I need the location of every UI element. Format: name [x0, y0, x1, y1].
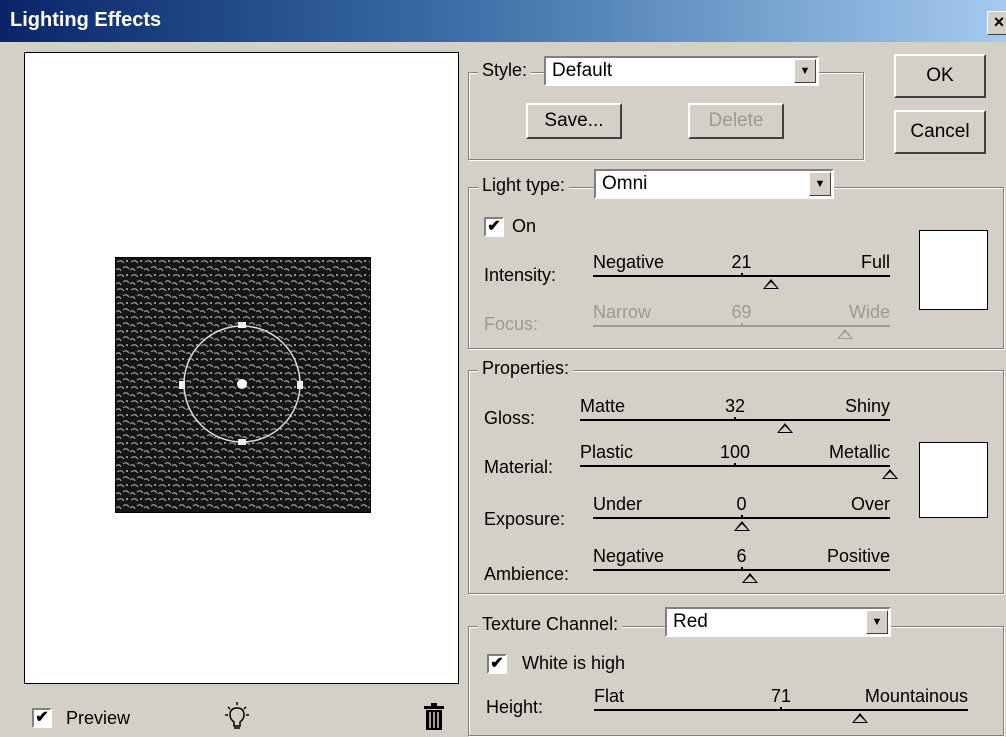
slider-thumb[interactable] — [776, 423, 793, 433]
slider-max-label: Wide — [848, 302, 890, 322]
preview-label: Preview — [66, 708, 131, 728]
light-type-selected: Omni — [602, 173, 648, 194]
light-on-label: On — [512, 216, 537, 236]
save-button[interactable]: Save... — [526, 103, 622, 139]
light-type-label: Light type: — [478, 175, 570, 196]
style-label: Style: — [478, 60, 532, 81]
slider-center-tick — [734, 417, 736, 420]
chevron-down-icon[interactable]: ▼ — [866, 610, 888, 634]
slider-center-tick — [780, 707, 782, 710]
slider-min-label: Matte — [580, 396, 626, 416]
gloss-label: Gloss: — [484, 408, 536, 428]
slider-thumb[interactable] — [882, 469, 898, 479]
slider-min-label: Negative — [593, 252, 665, 272]
slider-thumb[interactable] — [837, 329, 854, 339]
slider-value: 6 — [736, 546, 747, 566]
slider-thumb[interactable] — [733, 521, 750, 531]
slider-min-label: Negative — [593, 546, 665, 566]
texture-preview — [116, 258, 370, 512]
slider-thumb[interactable] — [763, 279, 780, 289]
texture-channel-label: Texture Channel: — [478, 614, 623, 635]
texture-channel-selected: Red — [673, 611, 708, 632]
slider-center-tick — [740, 323, 743, 326]
ok-button[interactable]: OK — [894, 54, 986, 98]
exposure-label: Exposure: — [484, 509, 566, 529]
intensity-slider[interactable]: Negative 21 Full — [593, 252, 890, 292]
intensity-label: Intensity: — [484, 265, 557, 285]
style-selected: Default — [552, 60, 613, 81]
texture-channel-dropdown[interactable]: Red ▼ — [665, 607, 891, 637]
cancel-button[interactable]: Cancel — [894, 110, 986, 154]
preview-checkbox[interactable]: ✔ — [32, 708, 52, 728]
exposure-slider[interactable]: Under 0 Over — [593, 494, 890, 534]
slider-max-label: Positive — [826, 546, 890, 566]
slider-center-tick — [740, 515, 743, 518]
light-color-swatch[interactable] — [919, 230, 988, 310]
ambient-color-swatch[interactable] — [919, 442, 988, 518]
slider-value: 71 — [770, 686, 792, 706]
slider-thumb[interactable] — [742, 573, 759, 583]
slider-value: 0 — [736, 494, 747, 514]
focus-slider[interactable]: Narrow 69 Wide — [593, 302, 890, 342]
material-slider[interactable]: Plastic 100 Metallic — [580, 442, 898, 482]
light-center-handle — [237, 379, 247, 389]
slider-center-tick — [734, 463, 736, 466]
slider-value: 100 — [719, 442, 751, 462]
ambience-slider[interactable]: Negative 6 Positive — [593, 546, 890, 586]
slider-max-label: Mountainous — [864, 686, 968, 706]
material-label: Material: — [484, 457, 554, 477]
slider-max-label: Metallic — [828, 442, 890, 462]
slider-thumb[interactable] — [851, 713, 868, 723]
properties-label: Properties: — [478, 358, 574, 379]
slider-value: 69 — [731, 302, 752, 322]
white-is-high-checkbox[interactable]: ✔ — [487, 654, 507, 674]
chevron-down-icon[interactable]: ▼ — [794, 59, 816, 83]
ambience-label: Ambience: — [484, 564, 570, 584]
slider-center-tick — [740, 273, 743, 276]
light-handle-left — [179, 381, 185, 389]
slider-min-label: Under — [593, 494, 643, 514]
light-handle-bottom — [238, 439, 246, 445]
style-dropdown[interactable]: Default ▼ — [544, 56, 819, 86]
slider-value: 32 — [724, 396, 746, 416]
slider-value: 21 — [731, 252, 752, 272]
gloss-slider[interactable]: Matte 32 Shiny — [580, 396, 890, 436]
light-handle-top — [238, 322, 246, 328]
white-is-high-label: White is high — [522, 653, 626, 673]
light-bulb-icon[interactable] — [222, 702, 252, 732]
delete-button[interactable]: Delete — [688, 103, 784, 139]
slider-min-label: Narrow — [593, 302, 652, 322]
slider-max-label: Shiny — [844, 396, 890, 416]
light-handle-right — [297, 381, 303, 389]
preview-image[interactable] — [115, 257, 371, 513]
height-label: Height: — [486, 697, 544, 717]
chevron-down-icon[interactable]: ▼ — [809, 172, 831, 196]
title-bar: Lighting Effects × — [0, 0, 1006, 42]
slider-min-label: Flat — [594, 686, 625, 706]
height-slider[interactable]: Flat 71 Mountainous — [594, 686, 968, 726]
slider-min-label: Plastic — [580, 442, 634, 462]
slider-center-tick — [740, 567, 743, 570]
slider-max-label: Full — [860, 252, 890, 272]
light-type-dropdown[interactable]: Omni ▼ — [594, 169, 834, 199]
trash-icon[interactable] — [421, 703, 447, 731]
light-on-checkbox[interactable]: ✔ — [484, 217, 504, 237]
window-title: Lighting Effects — [10, 9, 162, 31]
preview-canvas[interactable] — [24, 52, 459, 684]
slider-max-label: Over — [850, 494, 890, 514]
close-button[interactable]: × — [987, 11, 1006, 35]
focus-label: Focus: — [484, 314, 539, 334]
